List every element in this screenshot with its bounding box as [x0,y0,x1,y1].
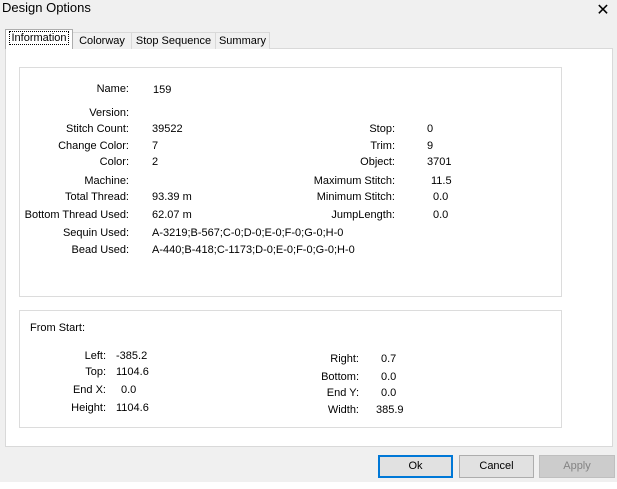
object-label: Object: [360,156,395,168]
version-label: Version: [89,107,129,119]
end-x-value: 0.0 [121,384,137,396]
tab-summary[interactable]: Summary [215,32,270,49]
end-x-label: End X: [72,384,106,396]
stitch-count-label: Stitch Count: [66,123,129,135]
width-value: 385.9 [376,404,404,416]
left-value: -385.2 [116,350,148,362]
name-label: Name: [96,83,129,95]
trim-label: Trim: [370,140,395,152]
top-value: 1104.6 [116,366,149,378]
stitch-count-value: 39522 [152,123,183,135]
jump-length-value: 0.0 [433,209,449,221]
maximum-stitch-label: Maximum Stitch: [313,175,395,187]
stop-label: Stop: [369,123,395,135]
minimum-stitch-label: Minimum Stitch: [316,191,395,203]
trim-value: 9 [427,140,434,152]
ok-button[interactable]: Ok [378,455,453,478]
change-color-value: 7 [152,140,159,152]
bottom-value: 0.0 [381,371,397,383]
total-thread-label: Total Thread: [64,191,129,203]
sequin-used-label: Sequin Used: [62,227,129,239]
end-y-label: End Y: [326,387,359,399]
color-value: 2 [152,156,159,168]
height-label: Height: [71,402,106,414]
minimum-stitch-value: 0.0 [433,191,449,203]
left-label: Left: [84,350,106,362]
end-y-value: 0.0 [381,387,397,399]
background-strip [0,482,617,489]
machine-label: Machine: [84,175,129,187]
jump-length-label: JumpLength: [331,209,395,221]
height-value: 1104.6 [116,402,149,414]
right-value: 0.7 [381,353,397,365]
from-start-heading: From Start: [30,322,86,334]
maximum-stitch-value: 11.5 [431,175,452,187]
right-label: Right: [330,353,359,365]
stop-value: 0 [427,123,434,135]
bottom-thread-label: Bottom Thread Used: [24,209,129,221]
total-thread-value: 93.39 m [152,191,192,203]
name-value: 159 [153,84,172,96]
tab-stop-sequence[interactable]: Stop Sequence [131,32,216,49]
cancel-button[interactable]: Cancel [459,455,534,478]
bottom-label: Bottom: [321,371,359,383]
sequin-used-value: A-3219;B-567;C-0;D-0;E-0;F-0;G-0;H-0 [152,227,344,239]
bead-used-label: Bead Used: [71,244,129,256]
object-value: 3701 [427,156,452,168]
tab-colorway[interactable]: Colorway [72,32,132,49]
window-title: Design Options [2,0,91,15]
color-label: Color: [99,156,129,168]
tab-information-label: Information [9,31,69,45]
width-label: Width: [327,404,359,416]
change-color-label: Change Color: [58,140,129,152]
close-icon[interactable]: ✕ [595,0,611,20]
top-label: Top: [85,366,106,378]
tab-information[interactable]: Information [5,29,73,49]
apply-button[interactable]: Apply [539,455,615,478]
bead-used-value: A-440;B-418;C-1173;D-0;E-0;F-0;G-0;H-0 [152,244,355,256]
bottom-thread-value: 62.07 m [152,209,192,221]
